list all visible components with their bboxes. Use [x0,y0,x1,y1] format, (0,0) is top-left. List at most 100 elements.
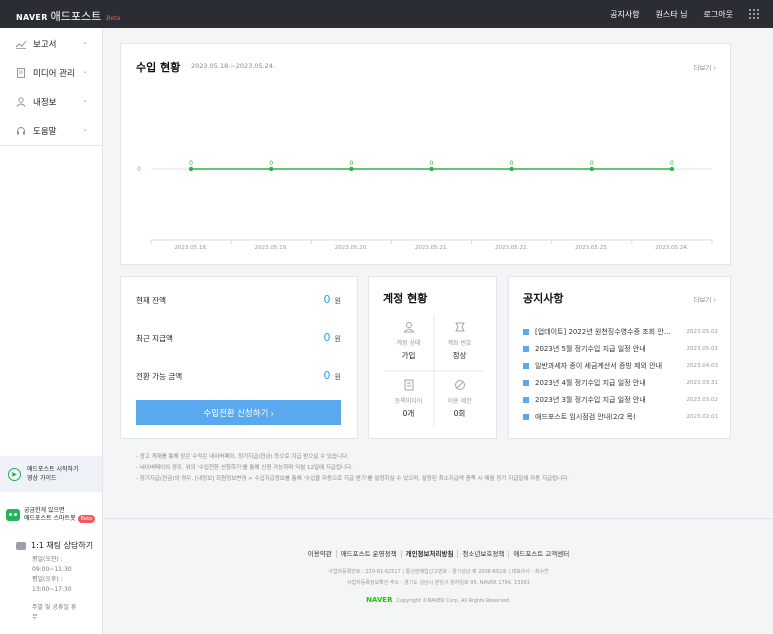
notice-item[interactable]: 2023년 5월 정기수입 지급 일정 안내 2023.05.01 [523,344,718,354]
app-grid-icon[interactable] [749,9,759,19]
income-card: 0 0 2023.05.18. 0 2023.05.19. 0 2023.05.20. 0 20… [120,43,731,265]
chat-consult[interactable]: 1:1 채팅 상담하기 평일(오전) : 09:00~11:30 평일(오후) … [16,540,102,623]
play-icon: ▶ [8,467,21,481]
income-more-link[interactable]: 더보기 › [693,62,716,72]
convert-income-button[interactable]: 수입전환 신청하기 › [136,400,341,425]
video-guide-banner[interactable]: ▶ 애드포스트 시작하기 영상 가이드 [0,456,102,492]
media-icon [403,379,415,391]
chevron-right-icon: › [713,64,716,72]
user-icon [16,96,26,107]
notice-item-title: 2023년 5월 정기수입 지급 일정 안내 [535,345,646,353]
balance-label: 최근 지급액 [136,334,173,343]
account-status: 계정 상태 가입 [383,313,434,371]
balance-value: 0 [323,293,331,306]
footer-link-support[interactable]: 애드포스트 고객센터 [509,550,573,558]
chevron-down-icon: ⌄ [82,67,88,75]
sidebar-item-report[interactable]: 보고서 ⌄ [0,29,102,58]
account-cell-label: 계좌 번호 [447,340,472,347]
smart-bot-banner[interactable]: 궁금한게 있으면 애드포스트 스마트봇 Beta [0,504,102,526]
balance-label: 전환 가능 금액 [136,372,183,381]
balance-label: 현재 잔액 [136,296,166,305]
notice-item[interactable]: 2023년 3월 정기수입 지급 일정 안내 2023.03.02 [523,395,718,405]
data-label: 0 [189,160,193,167]
guide-line1: 애드포스트 시작하기 [27,466,79,473]
balance-unit: 원 [334,297,341,305]
data-label: 0 [349,160,353,167]
data-point [349,166,354,172]
notice-item[interactable]: 2023년 4월 정기수입 지급 일정 안내 2023.03.31 [523,378,718,388]
sidebar-item-label: 보고서 [33,39,57,50]
x-tick-label: 2023.05.21. [415,245,448,251]
sidebar-item-help[interactable]: 도움말 ⌄ [0,116,102,145]
headset-icon [16,126,26,136]
account-cell-value: 정상 [452,351,467,360]
account-bank: 계좌 번호 정상 [434,313,485,371]
footer-business-info: 사업자등록번호 : 220-81-62517 | 통신판매업신고번호 : 경기성… [328,569,549,575]
top-nav-notice[interactable]: 공지사항 [610,9,639,20]
notice-title: 공지사항 [523,292,564,305]
bot-line1: 궁금한게 있으면 [24,507,65,514]
footer-divider [104,518,773,519]
account-cell-label: 이용 제한 [447,398,472,405]
top-nav: 공지사항 원스타 님 로그아웃 [610,9,733,20]
x-tick-label: 2023.05.24. [655,245,688,251]
balance-unit: 원 [334,335,341,343]
account-media: 등록미디어 0개 [383,371,434,429]
more-label: 더보기 [693,64,712,72]
sidebar-item-myinfo[interactable]: 내정보 ⌄ [0,87,102,116]
footer-copyright: NAVER Copyright ©NAVER Corp. All Rights R… [104,596,773,604]
notice-item-date: 2023.03.02 [686,397,719,403]
naver-logo: NAVER [16,13,48,22]
notice-item[interactable]: [업데이트] 2022년 원천징수영수증 조회 안… 2023.05.02 [523,327,718,337]
balance-value: 0 [323,369,331,382]
brand-logo[interactable]: NAVER 애드포스트 Beta [16,8,120,24]
notice-bullet-icon [523,346,529,352]
top-nav-user[interactable]: 원스타 님 [656,9,688,20]
data-label: 0 [430,160,434,167]
data-point [188,166,194,172]
footer-link-youth[interactable]: 청소년보호정책 [458,550,510,558]
account-cell-label: 등록미디어 [394,398,423,405]
top-nav-logout[interactable]: 로그아웃 [704,9,733,20]
sidebar-item-label: 미디어 관리 [33,68,75,79]
sidebar-item-label: 내정보 [33,97,57,108]
sidebar-divider [0,145,102,146]
chevron-down-icon: ⌄ [82,125,88,133]
note-line: - 광고 게재를 통해 얻은 수익은 네이버페이, 정기지급(현금) 등으로 지… [136,454,349,460]
sidebar-item-media[interactable]: 미디어 관리 ⌄ [0,58,102,87]
chevron-right-icon: › [713,296,716,304]
footer-link-policy[interactable]: 애드포스트 운영정책 [336,550,402,558]
product-name: 애드포스트 [50,10,102,23]
footer-link-terms[interactable]: 이용약관 [303,550,337,558]
account-cell-value: 0회 [453,409,466,418]
card-icon [454,321,466,333]
notice-item-date: 2023.02.01 [686,414,719,420]
chat-hours-line: 평일(오전) : [32,556,63,563]
balance-card: 현재 잔액 0원 최근 지급액 0원 전환 가능 금액 0원 수입전환 신청하기… [120,276,358,439]
notice-bullet-icon [523,363,529,369]
notice-more-link[interactable]: 더보기 › [693,294,716,304]
balance-value: 0 [323,331,331,344]
document-icon [16,67,26,78]
footer-address: 사업자등록정보확인 주소 : 경기도 성남시 분당구 정자일로 95, NAVE… [346,580,531,586]
notice-bullet-icon [523,329,529,335]
balance-row-convertible: 전환 가능 금액 0원 [136,369,341,382]
chat-hours-line: 13:00~17:30 [32,586,72,593]
notice-item[interactable]: 일반과세자 종이 세금계산서 증빙 제외 안내 2023.04.03 [523,361,718,371]
income-date-range: 2023.05.18.~2023.05.24. [191,62,276,70]
note-line: - 네이버페이의 경우, 위의 '수입전환 신청하기'를 통해 신청 가능하며 … [136,465,353,471]
notice-item[interactable]: 애드포스트 임시점검 안내(2/2 목) 2023.02.01 [523,412,718,422]
person-icon [402,321,415,333]
balance-row-recent: 최근 지급액 0원 [136,331,341,344]
account-cell-value: 가입 [401,351,416,360]
account-cell-value: 0개 [402,409,415,418]
footer-link-privacy[interactable]: 개인정보처리방침 [401,550,459,558]
x-tick-label: 2023.05.20. [335,245,368,251]
notice-card: 공지사항 더보기 › [업데이트] 2022년 원천징수영수증 조회 안… 202… [508,276,731,439]
top-bar: NAVER 애드포스트 Beta 공지사항 원스타 님 로그아웃 [0,0,773,28]
data-point [269,166,274,172]
notice-item-title: 애드포스트 임시점검 안내(2/2 목) [535,413,636,421]
income-chart: 0 0 2023.05.18. 0 2023.05.19. 0 2023.05.20. 0 20… [137,160,713,251]
notice-item-date: 2023.05.01 [686,346,719,352]
data-label: 0 [670,160,674,167]
